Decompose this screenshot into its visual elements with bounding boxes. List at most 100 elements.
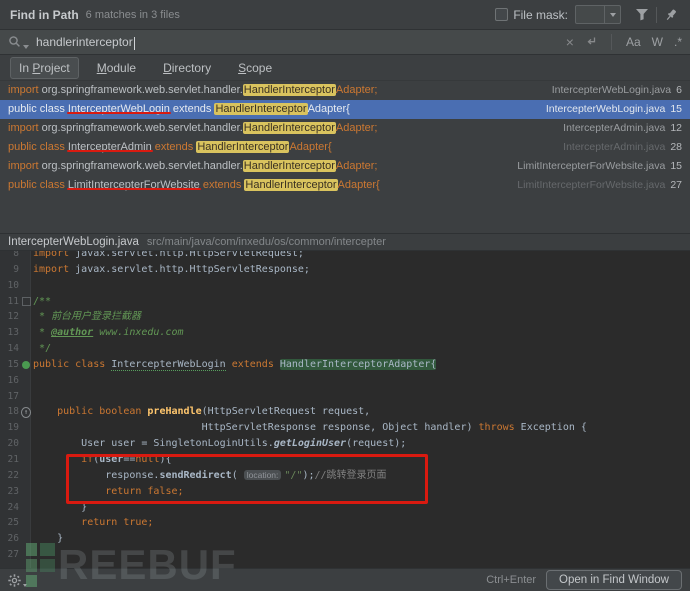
code-line: 27 xyxy=(0,547,690,563)
fold-gutter-icon[interactable] xyxy=(21,294,31,310)
tab-scope[interactable]: Scope xyxy=(229,57,281,79)
code-text: /** xyxy=(31,294,51,310)
line-number: 13 xyxy=(0,325,21,341)
open-in-find-window-button[interactable]: Open in Find Window xyxy=(546,570,682,590)
code-line: 25 return true; xyxy=(0,515,690,531)
gutter-spacer xyxy=(21,515,31,531)
toolbar-separator xyxy=(656,7,657,23)
regex-toggle[interactable]: .* xyxy=(674,35,682,49)
code-line: 19 HttpServletResponse response, Object … xyxy=(0,420,690,436)
result-text: import org.springframework.web.servlet.h… xyxy=(8,81,377,100)
preview-filename: IntercepterWebLogin.java xyxy=(8,236,139,248)
line-number: 9 xyxy=(0,262,21,278)
search-results-list: import org.springframework.web.servlet.h… xyxy=(0,81,690,233)
code-line: 8import javax.servlet.http.HttpServletRe… xyxy=(0,251,690,262)
tab-in-project[interactable]: In Project xyxy=(10,57,79,79)
code-line: 23 return false; xyxy=(0,484,690,500)
gutter-spacer xyxy=(21,389,31,405)
class-gutter-icon[interactable] xyxy=(21,357,31,373)
code-line: 17 xyxy=(0,389,690,405)
code-line: 9import javax.servlet.http.HttpServletRe… xyxy=(0,262,690,278)
code-text: import javax.servlet.http.HttpServletReq… xyxy=(31,251,304,262)
file-mask-checkbox[interactable] xyxy=(495,8,508,21)
search-icon[interactable] xyxy=(8,35,29,49)
search-bar: handlerinterceptor × Aa W .* xyxy=(0,29,690,55)
tab-directory[interactable]: Directory xyxy=(154,57,220,79)
code-text: return true; xyxy=(31,515,153,531)
line-number: 27 xyxy=(0,547,21,563)
result-file-ref: IntercepterWebLogin.java15 xyxy=(534,100,682,119)
result-row[interactable]: public class LimitIntercepterForWebsite … xyxy=(0,176,690,195)
result-row[interactable]: public class IntercepterAdmin extends Ha… xyxy=(0,138,690,157)
line-number: 19 xyxy=(0,420,21,436)
close-icon[interactable]: × xyxy=(566,37,574,47)
line-number: 17 xyxy=(0,389,21,405)
gutter-spacer xyxy=(21,531,31,547)
result-text: import org.springframework.web.servlet.h… xyxy=(8,119,377,138)
gutter-spacer xyxy=(21,341,31,357)
gutter-spacer xyxy=(21,373,31,389)
result-text: import org.springframework.web.servlet.h… xyxy=(8,157,377,176)
code-preview-editor[interactable]: 8import javax.servlet.http.HttpServletRe… xyxy=(0,251,690,568)
result-row[interactable]: import org.springframework.web.servlet.h… xyxy=(0,81,690,100)
file-mask-label: File mask: xyxy=(513,8,568,22)
result-text: public class IntercepterWebLogin extends… xyxy=(8,100,350,119)
code-text: HttpServletResponse response, Object han… xyxy=(31,420,587,436)
gutter-spacer xyxy=(21,278,31,294)
match-case-toggle[interactable]: Aa xyxy=(626,35,641,49)
chevron-down-icon[interactable] xyxy=(604,6,620,23)
file-mask-combo[interactable] xyxy=(575,5,621,24)
code-text: if(user==null){ xyxy=(31,452,172,468)
line-number: 10 xyxy=(0,278,21,294)
code-line: 13 * @author www.inxedu.com xyxy=(0,325,690,341)
result-row[interactable]: import org.springframework.web.servlet.h… xyxy=(0,157,690,176)
code-line: 16 xyxy=(0,373,690,389)
line-number: 18 xyxy=(0,404,21,420)
tab-module[interactable]: Module xyxy=(88,57,145,79)
code-line: 24 } xyxy=(0,500,690,516)
gutter-spacer xyxy=(21,547,31,563)
code-text: } xyxy=(31,531,63,547)
filter-icon[interactable] xyxy=(631,4,653,26)
code-line: 20 User user = SingletonLoginUtils.getLo… xyxy=(0,436,690,452)
line-number: 24 xyxy=(0,500,21,516)
find-in-path-dialog: Find in Path 6 matches in 3 files File m… xyxy=(0,0,690,591)
file-mask-combo-value xyxy=(576,6,604,23)
code-text: } xyxy=(31,500,87,516)
gutter-spacer xyxy=(21,484,31,500)
gutter-spacer xyxy=(21,420,31,436)
gear-icon[interactable] xyxy=(8,574,27,587)
search-input[interactable]: handlerinterceptor xyxy=(36,33,135,51)
gutter-spacer xyxy=(21,452,31,468)
scope-tabs: In Project Module Directory Scope xyxy=(0,55,690,81)
line-number: 12 xyxy=(0,309,21,325)
code-text: */ xyxy=(31,341,51,357)
override-gutter-icon[interactable] xyxy=(21,404,31,420)
words-toggle[interactable]: W xyxy=(652,35,663,49)
line-number: 11 xyxy=(0,294,21,310)
line-number: 16 xyxy=(0,373,21,389)
result-row[interactable]: public class IntercepterWebLogin extends… xyxy=(0,100,690,119)
code-line: 14 */ xyxy=(0,341,690,357)
shortcut-hint: Ctrl+Enter xyxy=(486,574,536,586)
code-line: 10 xyxy=(0,278,690,294)
code-line: 21 if(user==null){ xyxy=(0,452,690,468)
result-file-ref: IntercepterAdmin.java12 xyxy=(551,119,682,138)
gutter-spacer xyxy=(21,262,31,278)
code-line: 22 response.sendRedirect( location:"/");… xyxy=(0,468,690,484)
result-row[interactable]: import org.springframework.web.servlet.h… xyxy=(0,119,690,138)
code-line: 12 * 前台用户登录拦截器 xyxy=(0,309,690,325)
code-text: response.sendRedirect( location:"/");//跳… xyxy=(31,468,387,484)
code-line: 15public class IntercepterWebLogin exten… xyxy=(0,357,690,373)
gutter-spacer xyxy=(21,309,31,325)
newline-icon[interactable] xyxy=(585,35,597,50)
pin-icon[interactable] xyxy=(660,4,682,26)
code-text: return false; xyxy=(31,484,184,500)
gutter-spacer xyxy=(21,468,31,484)
line-number: 22 xyxy=(0,468,21,484)
result-file-ref: IntercepterWebLogin.java6 xyxy=(540,81,682,100)
match-summary: 6 matches in 3 files xyxy=(86,9,180,21)
code-text: * @author www.inxedu.com xyxy=(31,325,184,341)
line-number: 25 xyxy=(0,515,21,531)
result-text: public class LimitIntercepterForWebsite … xyxy=(8,176,380,195)
